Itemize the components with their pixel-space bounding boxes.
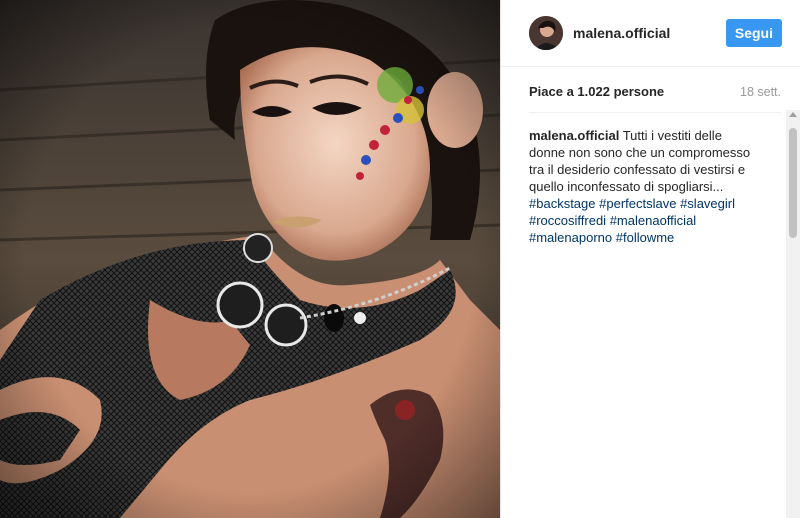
avatar[interactable] [529,16,563,50]
hashtag-link[interactable]: #malenaporno [529,230,612,245]
scroll-up-arrow-icon[interactable] [789,112,797,117]
comments-scrollbar[interactable] [786,110,800,518]
instagram-post: malena.official Segui Piace a 1.022 pers… [0,0,800,518]
caption-username[interactable]: malena.official [529,128,619,143]
hashtag-link[interactable]: #backstage [529,196,596,211]
hashtag-link[interactable]: #slavegirl [680,196,735,211]
post-photo-image [0,0,500,518]
hashtag-link[interactable]: #followme [616,230,675,245]
hashtag-link[interactable]: #malenaofficial [610,213,696,228]
scrollbar-thumb[interactable] [789,128,797,238]
hashtag-link[interactable]: #perfectslave [599,196,676,211]
post-header: malena.official Segui [501,0,800,67]
post-stats: Piace a 1.022 persone 18 sett. [529,67,781,113]
follow-button[interactable]: Segui [725,19,782,47]
hashtag-link[interactable]: #roccosiffredi [529,213,606,228]
header-username[interactable]: malena.official [573,25,726,41]
post-caption: malena.official Tutti i vestiti delle do… [529,127,761,246]
post-timestamp[interactable]: 18 sett. [740,85,781,99]
post-photo[interactable] [0,0,500,518]
post-sidebar: malena.official Segui Piace a 1.022 pers… [500,0,800,518]
likes-count[interactable]: Piace a 1.022 persone [529,84,664,99]
